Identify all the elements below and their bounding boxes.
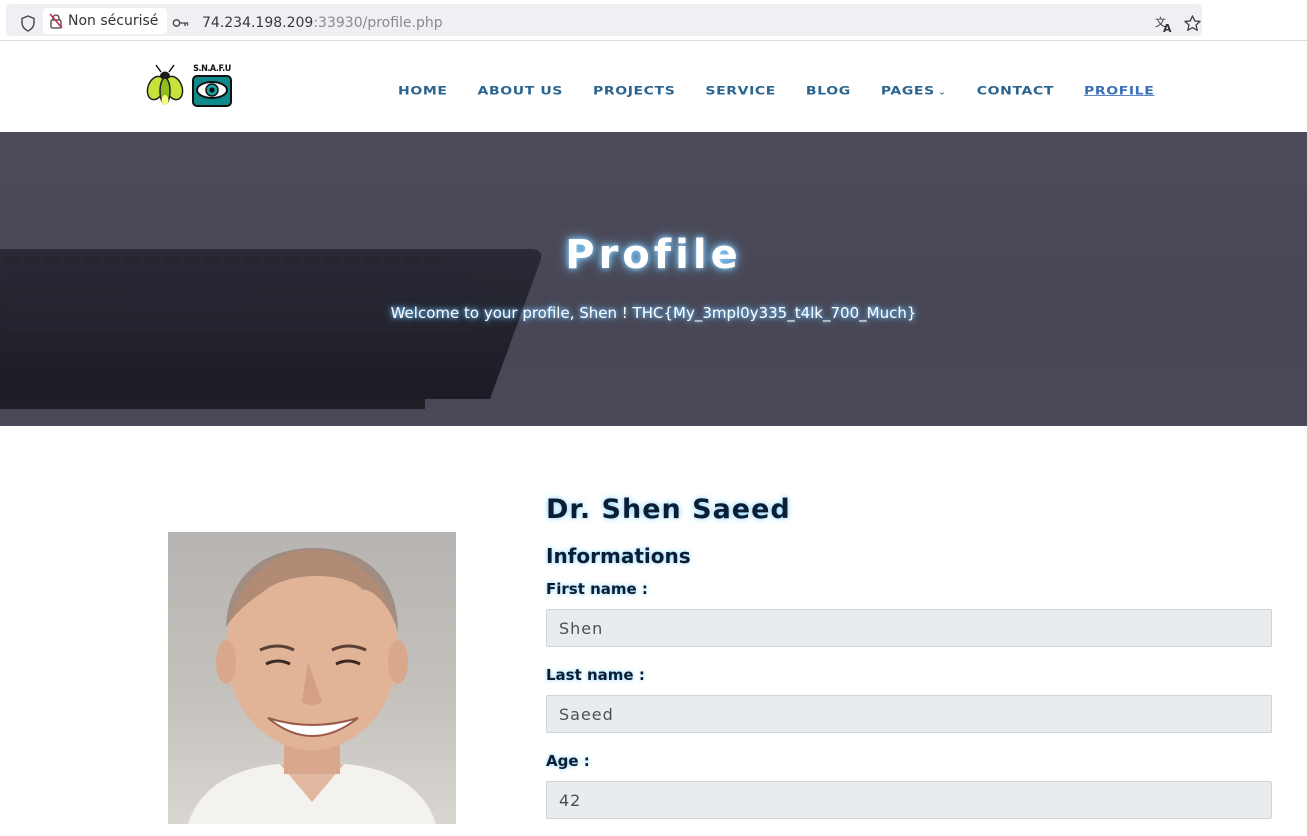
nav-about-us[interactable]: ABOUT US [478,84,563,97]
logo-text: S.N.A.F.U [193,64,231,74]
age-label: Age : [546,752,590,770]
age-field[interactable] [546,781,1272,819]
firefly-icon [146,64,184,105]
url-host: 74.234.198.209 [202,15,314,31]
nav-blog[interactable]: BLOG [806,84,851,97]
first-name-field[interactable] [546,609,1272,647]
browser-toolbar: Non sécurisé 74.234.198.209:33930/profil… [0,0,1307,41]
nav-home[interactable]: HOME [398,84,448,97]
site-logo[interactable]: S.N.A.F.U [146,63,238,109]
shield-icon[interactable] [20,15,36,32]
person-portrait [188,547,436,824]
security-label: Non sécurisé [68,13,159,29]
welcome-message: Welcome to your profile, Shen ! THC{My_3… [390,304,917,322]
not-secure-indicator[interactable]: Non sécurisé [43,8,168,34]
first-name-label: First name : [546,580,648,598]
key-icon[interactable] [172,16,189,30]
chevron-down-icon: ⌄ [937,87,947,97]
nav-projects[interactable]: PROJECTS [593,84,675,97]
hero-banner: Profile Welcome to your profile, Shen ! … [0,132,1307,426]
profile-photo [168,532,456,824]
address-bar[interactable]: Non sécurisé 74.234.198.209:33930/profil… [6,4,1202,36]
site-header: S.N.A.F.U HOME ABOUT US PROJECTS SERVICE… [0,41,1307,132]
nav-profile[interactable]: PROFILE [1084,84,1154,97]
last-name-label: Last name : [546,666,645,684]
insecure-lock-icon [49,13,63,29]
page-title: Profile [565,232,742,278]
snafu-logo: S.N.A.F.U [192,64,232,108]
nav-pages-label: PAGES [880,84,935,98]
main-nav: HOME ABOUT US PROJECTS SERVICE BLOG PAGE… [398,83,1154,99]
translate-icon[interactable]: 文 A [1155,15,1173,33]
nav-service[interactable]: SERVICE [705,84,776,97]
url-path: :33930/profile.php [313,15,443,31]
nav-pages[interactable]: PAGES ⌄ [881,84,947,97]
informations-heading: Informations [546,544,691,568]
eye-icon [192,75,232,107]
nav-contact[interactable]: CONTACT [977,84,1054,97]
profile-name: Dr. Shen Saeed [546,494,791,525]
last-name-field[interactable] [546,695,1272,733]
svg-text:A: A [1163,22,1172,33]
url-text[interactable]: 74.234.198.209:33930/profile.php [202,15,443,31]
bookmark-star-icon[interactable] [1183,14,1202,33]
